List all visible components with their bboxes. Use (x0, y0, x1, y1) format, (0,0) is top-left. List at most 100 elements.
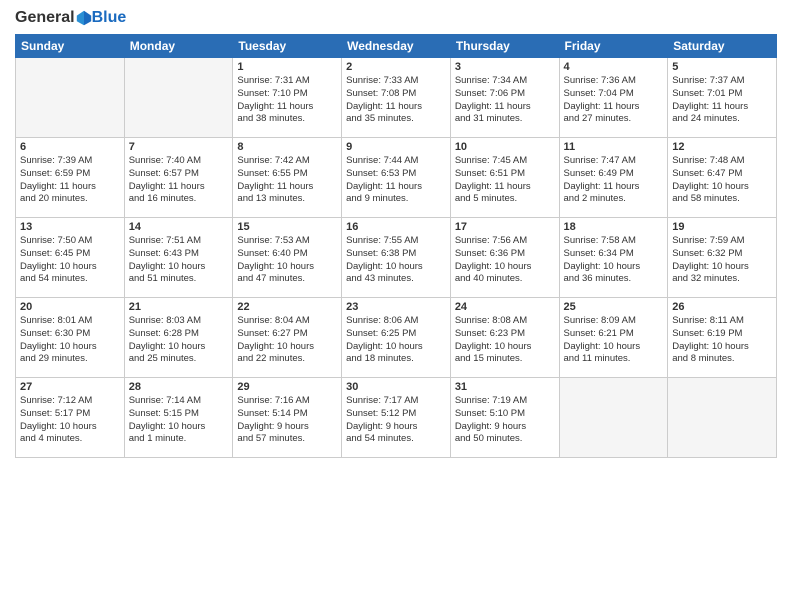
sunrise-text: Sunrise: 7:47 AM (564, 155, 664, 168)
sunset-text: Sunset: 6:53 PM (346, 168, 446, 181)
sunrise-text: Sunrise: 7:50 AM (20, 235, 120, 248)
day-number: 31 (455, 381, 555, 393)
daylight-minutes: and 51 minutes. (129, 273, 229, 286)
day-number: 12 (672, 141, 772, 153)
day-number: 6 (20, 141, 120, 153)
sunrise-text: Sunrise: 7:44 AM (346, 155, 446, 168)
calendar-cell: 11 Sunrise: 7:47 AM Sunset: 6:49 PM Dayl… (559, 138, 668, 218)
sunset-text: Sunset: 6:59 PM (20, 168, 120, 181)
calendar-cell (559, 378, 668, 458)
daylight-minutes: and 25 minutes. (129, 353, 229, 366)
calendar-cell (124, 58, 233, 138)
sunset-text: Sunset: 6:57 PM (129, 168, 229, 181)
day-number: 16 (346, 221, 446, 233)
sunrise-text: Sunrise: 7:17 AM (346, 395, 446, 408)
week-row-1: 6 Sunrise: 7:39 AM Sunset: 6:59 PM Dayli… (16, 138, 777, 218)
sunrise-text: Sunrise: 7:39 AM (20, 155, 120, 168)
sunset-text: Sunset: 6:55 PM (237, 168, 337, 181)
daylight-hours: Daylight: 11 hours (346, 101, 446, 114)
sunrise-text: Sunrise: 7:56 AM (455, 235, 555, 248)
daylight-hours: Daylight: 10 hours (20, 341, 120, 354)
calendar-cell: 20 Sunrise: 8:01 AM Sunset: 6:30 PM Dayl… (16, 298, 125, 378)
sunrise-text: Sunrise: 8:11 AM (672, 315, 772, 328)
daylight-hours: Daylight: 10 hours (129, 421, 229, 434)
header: General Blue (15, 10, 777, 26)
sunrise-text: Sunrise: 7:48 AM (672, 155, 772, 168)
logo-flag-icon (76, 10, 92, 26)
sunrise-text: Sunrise: 7:53 AM (237, 235, 337, 248)
daylight-minutes: and 54 minutes. (20, 273, 120, 286)
sunrise-text: Sunrise: 7:33 AM (346, 75, 446, 88)
weekday-header-wednesday: Wednesday (342, 35, 451, 58)
calendar-cell: 31 Sunrise: 7:19 AM Sunset: 5:10 PM Dayl… (450, 378, 559, 458)
sunrise-text: Sunrise: 7:45 AM (455, 155, 555, 168)
daylight-minutes: and 22 minutes. (237, 353, 337, 366)
daylight-hours: Daylight: 10 hours (455, 261, 555, 274)
daylight-hours: Daylight: 10 hours (672, 181, 772, 194)
calendar-cell: 22 Sunrise: 8:04 AM Sunset: 6:27 PM Dayl… (233, 298, 342, 378)
calendar-cell: 25 Sunrise: 8:09 AM Sunset: 6:21 PM Dayl… (559, 298, 668, 378)
sunset-text: Sunset: 6:21 PM (564, 328, 664, 341)
calendar-cell: 16 Sunrise: 7:55 AM Sunset: 6:38 PM Dayl… (342, 218, 451, 298)
sunset-text: Sunset: 6:47 PM (672, 168, 772, 181)
sunset-text: Sunset: 5:17 PM (20, 408, 120, 421)
daylight-hours: Daylight: 11 hours (455, 181, 555, 194)
daylight-hours: Daylight: 9 hours (237, 421, 337, 434)
daylight-minutes: and 9 minutes. (346, 193, 446, 206)
calendar-cell: 29 Sunrise: 7:16 AM Sunset: 5:14 PM Dayl… (233, 378, 342, 458)
calendar-cell: 3 Sunrise: 7:34 AM Sunset: 7:06 PM Dayli… (450, 58, 559, 138)
daylight-hours: Daylight: 11 hours (237, 181, 337, 194)
sunrise-text: Sunrise: 8:08 AM (455, 315, 555, 328)
daylight-hours: Daylight: 11 hours (346, 181, 446, 194)
day-number: 23 (346, 301, 446, 313)
daylight-minutes: and 24 minutes. (672, 113, 772, 126)
day-number: 26 (672, 301, 772, 313)
daylight-minutes: and 16 minutes. (129, 193, 229, 206)
daylight-minutes: and 47 minutes. (237, 273, 337, 286)
daylight-minutes: and 20 minutes. (20, 193, 120, 206)
day-number: 25 (564, 301, 664, 313)
daylight-minutes: and 15 minutes. (455, 353, 555, 366)
week-row-2: 13 Sunrise: 7:50 AM Sunset: 6:45 PM Dayl… (16, 218, 777, 298)
sunrise-text: Sunrise: 7:16 AM (237, 395, 337, 408)
daylight-minutes: and 4 minutes. (20, 433, 120, 446)
week-row-4: 27 Sunrise: 7:12 AM Sunset: 5:17 PM Dayl… (16, 378, 777, 458)
daylight-minutes: and 40 minutes. (455, 273, 555, 286)
day-number: 17 (455, 221, 555, 233)
calendar-cell: 30 Sunrise: 7:17 AM Sunset: 5:12 PM Dayl… (342, 378, 451, 458)
daylight-hours: Daylight: 10 hours (237, 341, 337, 354)
sunrise-text: Sunrise: 7:34 AM (455, 75, 555, 88)
daylight-hours: Daylight: 11 hours (564, 181, 664, 194)
calendar-cell: 6 Sunrise: 7:39 AM Sunset: 6:59 PM Dayli… (16, 138, 125, 218)
sunrise-text: Sunrise: 7:40 AM (129, 155, 229, 168)
calendar-cell: 14 Sunrise: 7:51 AM Sunset: 6:43 PM Dayl… (124, 218, 233, 298)
daylight-minutes: and 13 minutes. (237, 193, 337, 206)
day-number: 11 (564, 141, 664, 153)
sunset-text: Sunset: 6:40 PM (237, 248, 337, 261)
calendar-cell: 8 Sunrise: 7:42 AM Sunset: 6:55 PM Dayli… (233, 138, 342, 218)
calendar-cell: 7 Sunrise: 7:40 AM Sunset: 6:57 PM Dayli… (124, 138, 233, 218)
daylight-hours: Daylight: 11 hours (237, 101, 337, 114)
sunset-text: Sunset: 6:43 PM (129, 248, 229, 261)
daylight-minutes: and 8 minutes. (672, 353, 772, 366)
calendar: SundayMondayTuesdayWednesdayThursdayFrid… (15, 34, 777, 458)
day-number: 7 (129, 141, 229, 153)
daylight-minutes: and 18 minutes. (346, 353, 446, 366)
sunset-text: Sunset: 6:32 PM (672, 248, 772, 261)
sunset-text: Sunset: 6:30 PM (20, 328, 120, 341)
weekday-header-monday: Monday (124, 35, 233, 58)
daylight-hours: Daylight: 11 hours (564, 101, 664, 114)
sunset-text: Sunset: 7:04 PM (564, 88, 664, 101)
day-number: 27 (20, 381, 120, 393)
weekday-header-row: SundayMondayTuesdayWednesdayThursdayFrid… (16, 35, 777, 58)
sunset-text: Sunset: 6:23 PM (455, 328, 555, 341)
sunrise-text: Sunrise: 7:31 AM (237, 75, 337, 88)
sunrise-text: Sunrise: 8:04 AM (237, 315, 337, 328)
day-number: 15 (237, 221, 337, 233)
daylight-minutes: and 5 minutes. (455, 193, 555, 206)
calendar-cell: 21 Sunrise: 8:03 AM Sunset: 6:28 PM Dayl… (124, 298, 233, 378)
sunset-text: Sunset: 7:10 PM (237, 88, 337, 101)
weekday-header-tuesday: Tuesday (233, 35, 342, 58)
daylight-hours: Daylight: 10 hours (564, 341, 664, 354)
daylight-minutes: and 58 minutes. (672, 193, 772, 206)
